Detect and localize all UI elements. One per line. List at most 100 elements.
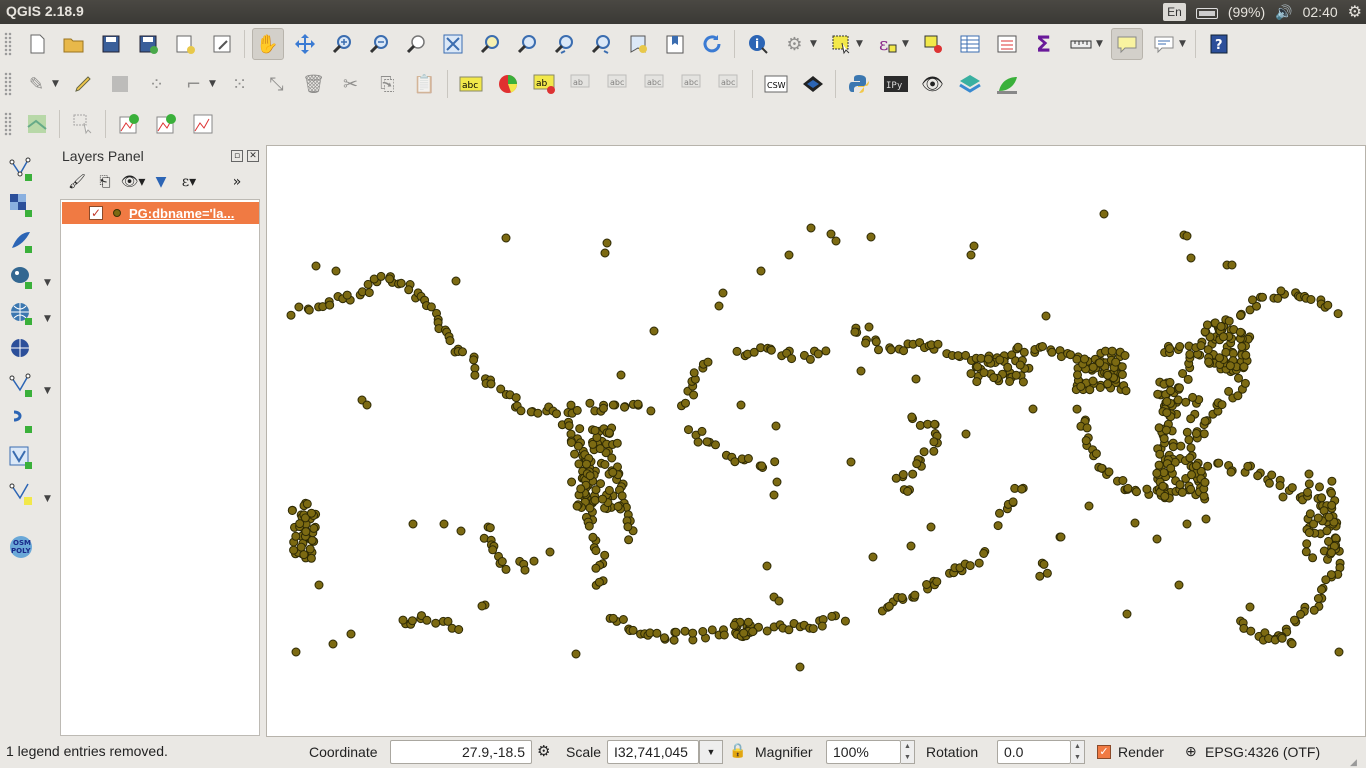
map-point-feature[interactable] <box>646 406 656 416</box>
map-point-feature[interactable] <box>1204 357 1214 367</box>
map-point-feature[interactable] <box>697 426 707 436</box>
map-point-feature[interactable] <box>871 337 881 347</box>
map-point-feature[interactable] <box>772 477 782 487</box>
composer-manager-icon[interactable] <box>206 28 238 60</box>
select-features-icon[interactable] <box>825 28 857 60</box>
chevron-down-icon[interactable]: ▼ <box>699 740 723 764</box>
map-point-feature[interactable] <box>965 561 975 571</box>
crs-status[interactable]: EPSG:4326 (OTF) <box>1205 744 1320 760</box>
toolbar-grip[interactable] <box>4 72 12 96</box>
map-point-feature[interactable] <box>594 577 604 587</box>
map-point-feature[interactable] <box>910 590 920 600</box>
map-point-feature[interactable] <box>1154 460 1164 470</box>
layer-visibility-checkbox[interactable]: ✓ <box>89 206 103 220</box>
map-point-feature[interactable] <box>1290 615 1299 625</box>
map-point-feature[interactable] <box>1168 442 1178 452</box>
map-point-feature[interactable] <box>1240 378 1250 388</box>
map-point-feature[interactable] <box>681 398 690 408</box>
map-point-feature[interactable] <box>1117 370 1127 380</box>
map-point-feature[interactable] <box>1103 379 1113 389</box>
map-point-feature[interactable] <box>623 522 633 532</box>
map-point-feature[interactable] <box>1187 470 1196 480</box>
chevron-down-icon[interactable]: ▼ <box>44 278 51 288</box>
map-point-feature[interactable] <box>311 261 321 271</box>
map-point-feature[interactable] <box>454 625 464 634</box>
map-point-feature[interactable] <box>1118 476 1128 485</box>
map-point-feature[interactable] <box>574 459 584 469</box>
map-point-feature[interactable] <box>1237 342 1247 352</box>
map-point-feature[interactable] <box>1042 568 1052 578</box>
map-point-feature[interactable] <box>1104 467 1114 477</box>
map-point-feature[interactable] <box>1235 327 1245 337</box>
map-point-feature[interactable] <box>1264 478 1274 488</box>
map-point-feature[interactable] <box>1317 493 1327 503</box>
map-point-feature[interactable] <box>1158 481 1168 491</box>
map-point-feature[interactable] <box>813 349 823 359</box>
map-point-feature[interactable] <box>1234 373 1243 383</box>
map-point-feature[interactable] <box>422 615 432 625</box>
map-point-feature[interactable] <box>1214 458 1224 468</box>
map-point-feature[interactable] <box>953 351 963 361</box>
map-point-feature[interactable] <box>933 339 943 349</box>
save-as-icon[interactable] <box>132 28 164 60</box>
map-point-feature[interactable] <box>995 355 1005 365</box>
add-wcs-layer-icon[interactable] <box>6 334 36 364</box>
paste-features-icon[interactable]: 📋 <box>409 68 441 100</box>
map-point-feature[interactable] <box>714 301 724 311</box>
map-point-feature[interactable] <box>808 624 818 634</box>
map-point-feature[interactable] <box>1019 347 1029 357</box>
map-point-feature[interactable] <box>608 467 618 477</box>
map-point-feature[interactable] <box>1041 311 1051 321</box>
map-point-feature[interactable] <box>966 369 976 379</box>
map-point-feature[interactable] <box>445 336 455 346</box>
map-point-feature[interactable] <box>604 485 614 495</box>
layer-name[interactable]: PG:dbname='la... <box>129 206 254 221</box>
map-point-feature[interactable] <box>1165 377 1175 387</box>
map-point-feature[interactable] <box>572 405 582 415</box>
map-point-feature[interactable] <box>911 374 921 384</box>
volume-icon[interactable]: 🔊 <box>1275 4 1292 21</box>
map-point-feature[interactable] <box>1287 483 1297 493</box>
map-point-feature[interactable] <box>617 491 627 501</box>
map-point-feature[interactable] <box>407 616 417 626</box>
map-point-feature[interactable] <box>1039 559 1049 569</box>
map-point-feature[interactable] <box>698 627 708 636</box>
qgis-cloud-icon[interactable] <box>954 68 986 100</box>
map-point-feature[interactable] <box>961 429 971 439</box>
map-point-feature[interactable] <box>979 368 989 378</box>
system-settings-icon[interactable]: ⚙ <box>1348 2 1362 22</box>
expand-toolbar-icon[interactable]: » <box>224 170 250 194</box>
new-print-composer-icon[interactable] <box>169 28 201 60</box>
undock-panel-icon[interactable]: ▫ <box>231 150 243 162</box>
map-point-feature[interactable] <box>1159 434 1169 444</box>
map-point-feature[interactable] <box>451 276 461 286</box>
map-point-feature[interactable] <box>652 628 662 638</box>
battery-icon[interactable] <box>1195 4 1218 20</box>
map-point-feature[interactable] <box>572 501 582 511</box>
map-point-feature[interactable] <box>291 647 301 657</box>
map-point-feature[interactable] <box>1121 386 1131 396</box>
map-point-feature[interactable] <box>1276 286 1286 296</box>
map-point-feature[interactable] <box>649 326 659 336</box>
map-point-feature[interactable] <box>1122 609 1132 619</box>
map-point-feature[interactable] <box>719 630 729 640</box>
add-spatialite-layer-icon[interactable] <box>6 226 36 256</box>
map-point-feature[interactable] <box>1085 385 1095 395</box>
map-point-feature[interactable] <box>1277 633 1287 643</box>
map-point-feature[interactable] <box>1018 377 1028 387</box>
map-point-feature[interactable] <box>739 628 749 638</box>
map-point-feature[interactable] <box>1153 389 1163 399</box>
map-point-feature[interactable] <box>1165 344 1175 354</box>
map-point-feature[interactable] <box>1196 341 1206 351</box>
map-point-feature[interactable] <box>595 444 605 454</box>
map-point-feature[interactable] <box>669 635 679 645</box>
map-point-feature[interactable] <box>771 421 781 431</box>
map-point-feature[interactable] <box>1099 209 1109 219</box>
map-point-feature[interactable] <box>711 440 720 450</box>
map-point-feature[interactable] <box>1177 487 1187 497</box>
map-point-feature[interactable] <box>1160 491 1170 501</box>
map-point-feature[interactable] <box>607 453 617 463</box>
map-point-feature[interactable] <box>989 373 999 383</box>
map-point-feature[interactable] <box>570 449 580 459</box>
map-point-feature[interactable] <box>1161 425 1171 435</box>
